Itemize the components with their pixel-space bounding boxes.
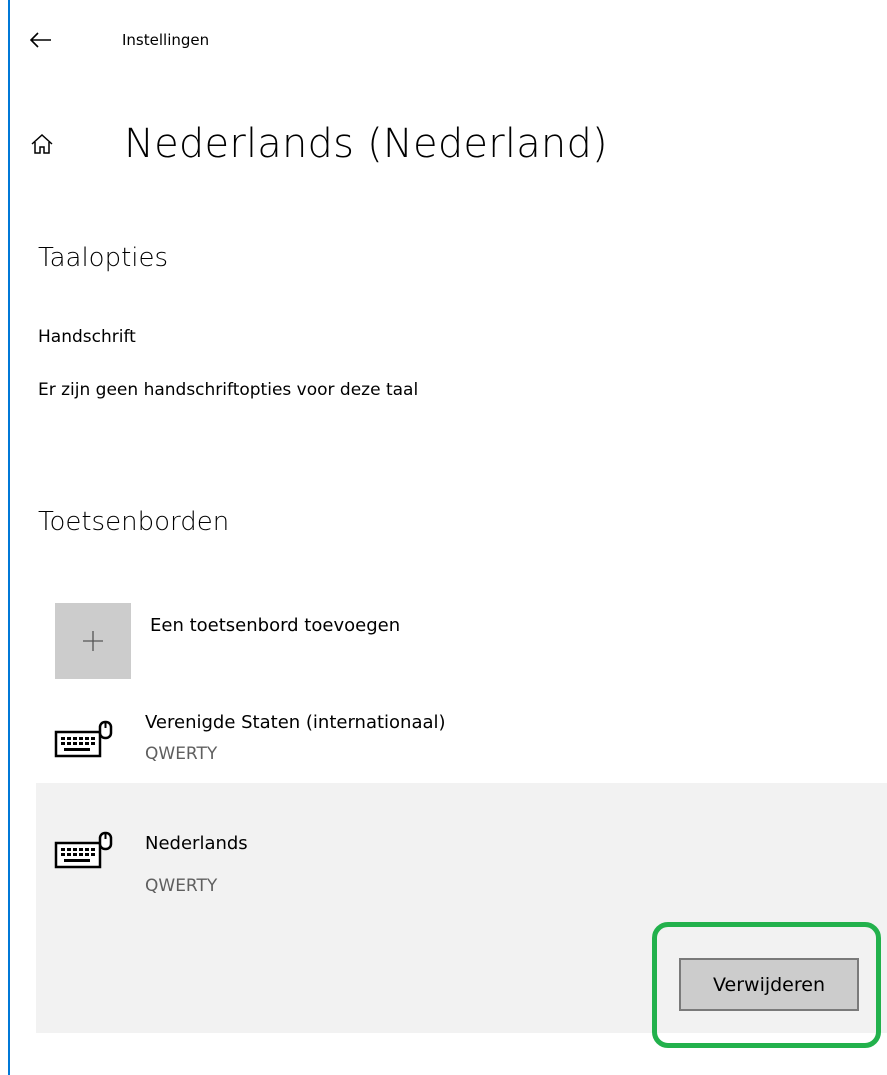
back-arrow-icon bbox=[30, 32, 51, 48]
page-header: Nederlands (Nederland) bbox=[30, 112, 608, 176]
section-heading-keyboards: Toetsenborden bbox=[38, 507, 230, 537]
page-title: Nederlands (Nederland) bbox=[124, 121, 608, 167]
settings-window: Instellingen Nederlands (Nederland) Taal… bbox=[0, 0, 887, 1075]
handwriting-label: Handschrift bbox=[38, 327, 136, 347]
keyboard-icon bbox=[54, 831, 113, 869]
app-title: Instellingen bbox=[122, 31, 210, 49]
keyboard-item-us-international[interactable]: Verenigde Staten (internationaal) QWERTY bbox=[36, 700, 887, 780]
keyboard-layout: QWERTY bbox=[145, 876, 218, 896]
keyboard-layout: QWERTY bbox=[145, 744, 218, 764]
keyboard-icon bbox=[54, 720, 113, 758]
plus-icon bbox=[83, 631, 103, 651]
keyboard-name: Nederlands bbox=[145, 833, 248, 854]
keyboard-name: Verenigde Staten (internationaal) bbox=[145, 712, 446, 733]
back-button[interactable] bbox=[30, 20, 70, 60]
home-icon[interactable] bbox=[30, 124, 70, 164]
title-bar: Instellingen bbox=[30, 20, 209, 60]
handwriting-message: Er zijn geen handschriftopties voor deze… bbox=[38, 380, 419, 400]
add-keyboard-tile bbox=[55, 603, 131, 679]
add-keyboard-label: Een toetsenbord toevoegen bbox=[150, 615, 401, 636]
window-left-border bbox=[8, 0, 10, 1075]
add-keyboard-button[interactable]: Een toetsenbord toevoegen bbox=[55, 603, 655, 679]
remove-keyboard-button[interactable]: Verwijderen bbox=[679, 958, 859, 1011]
section-heading-language-options: Taalopties bbox=[38, 243, 169, 273]
